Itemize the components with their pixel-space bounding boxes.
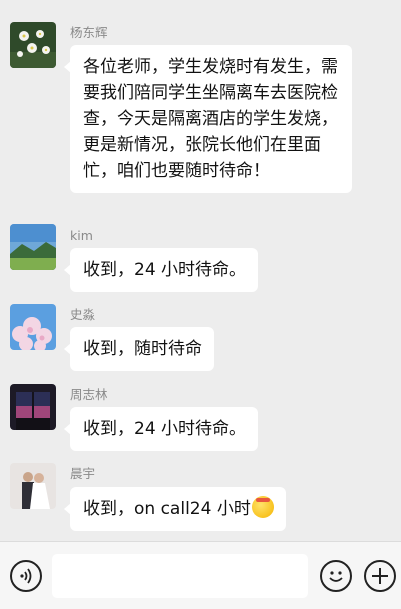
message-bubble[interactable]: 收到，on call24 小时 [64,487,286,531]
message-text: 收到，on call24 小时 [83,499,251,519]
avatar[interactable] [10,224,56,270]
plus-icon[interactable] [364,560,396,592]
chat-input-bar [0,541,401,609]
avatar[interactable] [10,304,56,350]
message-bubble[interactable]: 收到，24 小时待命。 [63,248,259,292]
wedding-couple-avatar-image [10,463,56,509]
sender-name: 史淼 [70,307,96,322]
avatar[interactable] [10,384,56,430]
smiling-face-headband-emoji-icon [251,496,274,518]
sender-name: 晨宇 [70,466,96,481]
sender-name: kim [70,228,93,243]
white-flowers-avatar-image [10,22,56,68]
voice-input-icon[interactable] [10,560,42,592]
emoji-icon[interactable] [320,560,352,592]
message-bubble[interactable]: 收到，随时待命 [64,327,214,371]
sender-name: 周志林 [70,387,108,402]
message-bubble[interactable]: 各位老师，学生发烧时有发生，需要我们陪同学生坐隔离车去医院检查，今天是隔离酒店的… [64,45,352,193]
chat-message-list: 杨东辉 各位老师，学生发烧时有发生，需要我们陪同学生坐隔离车去医院检查，今天是隔… [0,0,401,541]
avatar[interactable] [10,463,56,509]
cherry-blossom-avatar-image [10,304,56,350]
message-bubble[interactable]: 收到，24 小时待命。 [63,407,259,451]
sender-name: 杨东辉 [70,25,108,40]
message-input[interactable] [52,554,308,598]
mountain-landscape-avatar-image [10,224,56,270]
avatar[interactable] [10,22,56,68]
window-sunset-avatar-image [10,384,56,430]
